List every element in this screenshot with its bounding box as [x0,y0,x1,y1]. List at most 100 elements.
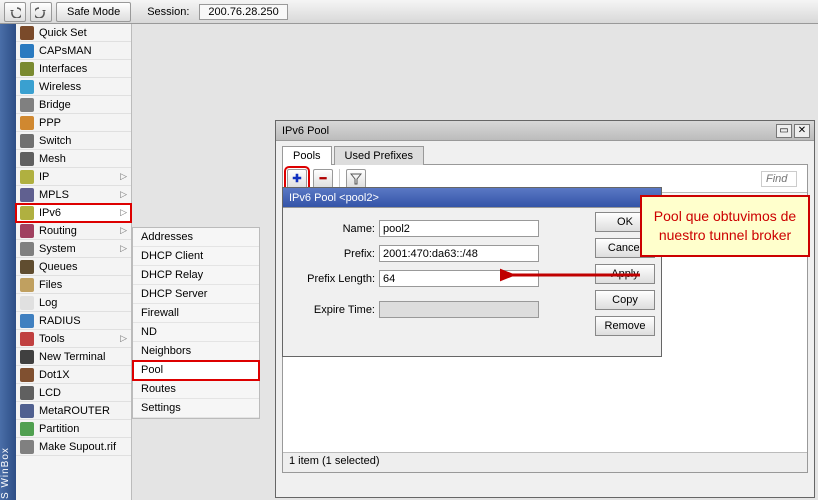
menu-icon [20,278,34,292]
menu-icon [20,80,34,94]
sidebar-item-partition[interactable]: Partition [16,420,131,438]
submenu-item-settings[interactable]: Settings [133,399,259,418]
funnel-icon [350,173,362,185]
expire-time-label: Expire Time: [295,304,375,316]
sidebar-item-files[interactable]: Files [16,276,131,294]
vertical-title-text: S WinBox [0,483,11,499]
sidebar-item-radius[interactable]: RADIUS [16,312,131,330]
menu-label: Tools [39,333,65,345]
menu-label: Mesh [39,153,66,165]
submenu-item-nd[interactable]: ND [133,323,259,342]
safe-mode-button[interactable]: Safe Mode [56,2,131,22]
sidebar-item-switch[interactable]: Switch [16,132,131,150]
sidebar-item-queues[interactable]: Queues [16,258,131,276]
tab-used-prefixes[interactable]: Used Prefixes [334,146,424,165]
sidebar-item-ipv6[interactable]: IPv6 ▷ [16,204,131,222]
sidebar-item-wireless[interactable]: Wireless [16,78,131,96]
top-toolbar: Safe Mode Session: 200.76.28.250 [0,0,818,24]
submenu-arrow-icon: ▷ [120,207,127,218]
menu-label: IPv6 [39,207,61,219]
sidebar-item-lcd[interactable]: LCD [16,384,131,402]
submenu-item-addresses[interactable]: Addresses [133,228,259,247]
menu-label: Wireless [39,81,81,93]
menu-label: Interfaces [39,63,87,75]
menu-icon [20,44,34,58]
sidebar-item-ppp[interactable]: PPP [16,114,131,132]
menu-icon [20,152,34,166]
window-title: IPv6 Pool [282,125,329,137]
edit-dialog-titlebar[interactable]: IPv6 Pool <pool2> [283,188,661,208]
window-minimize-button[interactable]: ▭ [776,124,792,138]
menu-icon [20,332,34,346]
submenu-item-neighbors[interactable]: Neighbors [133,342,259,361]
submenu-item-firewall[interactable]: Firewall [133,304,259,323]
menu-label: Dot1X [39,369,70,381]
menu-icon [20,350,34,364]
menu-icon [20,368,34,382]
submenu-item-dhcp-client[interactable]: DHCP Client [133,247,259,266]
find-input[interactable] [761,171,797,187]
sidebar-item-make-supout-rif[interactable]: Make Supout.rif [16,438,131,456]
menu-icon [20,62,34,76]
menu-label: System [39,243,76,255]
annotation-note: Pool que obtuvimos de nuestro tunnel bro… [640,195,810,257]
name-label: Name: [295,223,375,235]
submenu-arrow-icon: ▷ [120,189,127,200]
menu-label: Files [39,279,62,291]
menu-icon [20,170,34,184]
submenu-arrow-icon: ▷ [120,243,127,254]
window-titlebar: IPv6 Pool ▭ ✕ [276,121,814,141]
undo-icon [9,6,21,18]
menu-icon [20,206,34,220]
menu-icon [20,386,34,400]
menu-icon [20,404,34,418]
sidebar-item-system[interactable]: System ▷ [16,240,131,258]
vertical-title-strip: S WinBox [0,24,16,500]
menu-icon [20,422,34,436]
sidebar-item-mesh[interactable]: Mesh [16,150,131,168]
submenu-item-dhcp-relay[interactable]: DHCP Relay [133,266,259,285]
remove-pool-button[interactable]: Remove [595,316,655,336]
name-input[interactable] [379,220,539,237]
submenu-item-dhcp-server[interactable]: DHCP Server [133,285,259,304]
add-button[interactable]: ✚ [287,169,307,189]
menu-label: MPLS [39,189,69,201]
sidebar-item-metarouter[interactable]: MetaROUTER [16,402,131,420]
remove-button[interactable]: ━ [313,169,333,189]
menu-icon [20,134,34,148]
menu-icon [20,188,34,202]
menu-label: New Terminal [39,351,105,363]
sidebar-item-capsman[interactable]: CAPsMAN [16,42,131,60]
prefix-label: Prefix: [295,248,375,260]
submenu-arrow-icon: ▷ [120,225,127,236]
sidebar-item-interfaces[interactable]: Interfaces [16,60,131,78]
expire-time-input [379,301,539,318]
undo-button[interactable] [4,2,26,22]
sidebar-item-new-terminal[interactable]: New Terminal [16,348,131,366]
menu-label: Switch [39,135,71,147]
tab-pools[interactable]: Pools [282,146,332,165]
sidebar-item-ip[interactable]: IP▷ [16,168,131,186]
sidebar-item-log[interactable]: Log [16,294,131,312]
session-label: Session: [147,6,189,18]
sidebar-item-bridge[interactable]: Bridge [16,96,131,114]
submenu-item-routes[interactable]: Routes [133,380,259,399]
annotation-arrow-icon [500,255,650,295]
redo-icon [35,6,47,18]
window-close-button[interactable]: ✕ [794,124,810,138]
menu-label: RADIUS [39,315,81,327]
sidebar-item-routing[interactable]: Routing▷ [16,222,131,240]
sidebar-item-mpls[interactable]: MPLS ▷ [16,186,131,204]
sidebar-item-quick-set[interactable]: Quick Set [16,24,131,42]
session-value: 200.76.28.250 [199,4,287,20]
menu-icon [20,224,34,238]
sidebar-item-dot1x[interactable]: Dot1X [16,366,131,384]
submenu-item-pool[interactable]: Pool [133,361,259,380]
prefix-length-label: Prefix Length: [295,273,375,285]
redo-button[interactable] [30,2,52,22]
filter-button[interactable] [346,169,366,189]
status-bar: 1 item (1 selected) [283,452,807,472]
sidebar-item-tools[interactable]: Tools▷ [16,330,131,348]
menu-icon [20,26,34,40]
menu-label: Quick Set [39,27,87,39]
